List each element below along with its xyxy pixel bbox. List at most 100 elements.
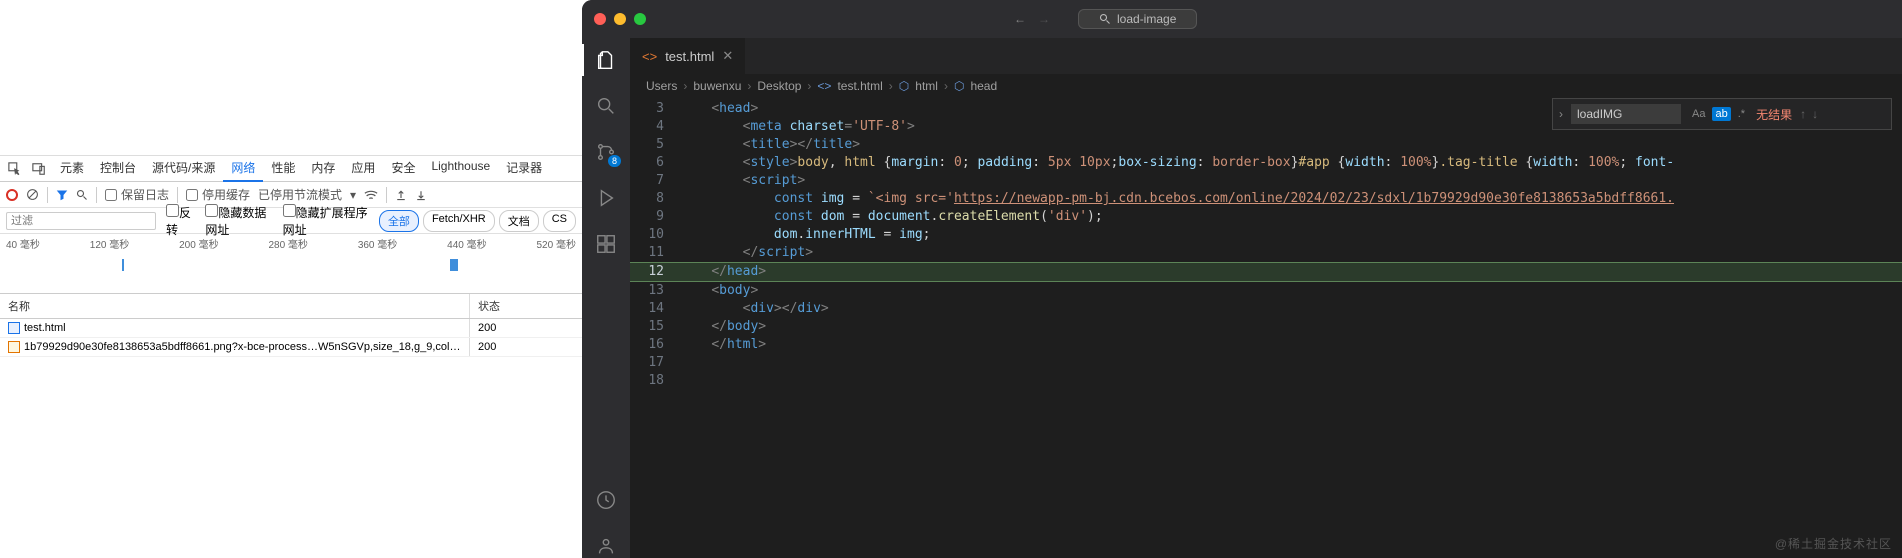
devtools-tab[interactable]: 源代码/来源 — [144, 155, 223, 182]
chevron-right-icon: › — [889, 79, 893, 93]
img-file-icon — [8, 341, 20, 353]
devtools-tab[interactable]: 应用 — [343, 155, 383, 182]
nav-back-icon[interactable]: ← — [1014, 12, 1026, 26]
code-editor[interactable]: 3 <head>4 <meta charset='UTF-8'>5 <title… — [630, 98, 1902, 390]
hide-data-urls-checkbox[interactable]: 隐藏数据网址 — [205, 204, 272, 238]
code-line[interactable]: 15 </body> — [630, 318, 1902, 336]
timeline-tick: 200 毫秒 — [179, 236, 218, 251]
chevron-right-icon: › — [944, 79, 948, 93]
breadcrumb-item[interactable]: Users — [646, 79, 677, 93]
filter-input[interactable] — [6, 212, 156, 230]
device-toggle-icon[interactable] — [28, 158, 50, 180]
preserve-log-checkbox[interactable]: 保留日志 — [105, 186, 169, 203]
devtools-tab[interactable]: 网络 — [223, 155, 263, 182]
minimize-window-icon[interactable] — [614, 13, 626, 25]
breadcrumb-item[interactable]: buwenxu — [693, 79, 741, 93]
devtools-tab[interactable]: 元素 — [52, 155, 92, 182]
regex-icon[interactable]: .* — [1735, 107, 1748, 121]
filter-pill[interactable]: Fetch/XHR — [423, 210, 495, 232]
table-row[interactable]: test.html200 — [0, 319, 582, 338]
column-name[interactable]: 名称 — [0, 294, 470, 318]
filter-icon[interactable] — [56, 189, 68, 201]
download-icon[interactable] — [415, 189, 427, 201]
chevron-right-icon: › — [747, 79, 751, 93]
html-file-icon: <> — [642, 49, 657, 64]
code-line[interactable]: 12 </head> — [630, 262, 1902, 282]
inspect-icon[interactable] — [4, 158, 26, 180]
expand-replace-icon[interactable]: › — [1559, 107, 1563, 121]
find-widget[interactable]: › Aa ab .* 无结果 ↑ ↓ — [1552, 98, 1892, 130]
nav-forward-icon[interactable]: → — [1038, 12, 1050, 26]
clear-icon[interactable] — [26, 188, 39, 201]
search-icon[interactable] — [594, 94, 618, 118]
network-timeline[interactable]: 40 毫秒120 毫秒200 毫秒280 毫秒360 毫秒440 毫秒520 毫… — [0, 234, 582, 294]
page-viewport — [0, 0, 582, 156]
explorer-icon[interactable] — [594, 48, 618, 72]
throttle-dropdown[interactable]: 已停用节流模式 — [258, 186, 342, 203]
extensions-icon[interactable] — [594, 232, 618, 256]
breadcrumb-item[interactable]: html — [915, 79, 938, 93]
code-line[interactable]: 10 dom.innerHTML = img; — [630, 226, 1902, 244]
upload-icon[interactable] — [395, 189, 407, 201]
devtools-tab[interactable]: 性能 — [263, 155, 303, 182]
window-controls — [594, 13, 646, 25]
find-input[interactable] — [1571, 104, 1681, 124]
devtools-tab[interactable]: 安全 — [383, 155, 423, 182]
code-line[interactable]: 5 <title></title> — [630, 136, 1902, 154]
wifi-icon[interactable] — [364, 189, 378, 201]
table-row[interactable]: 1b79929d90e30fe8138653a5bdff8661.png?x-b… — [0, 338, 582, 357]
filter-pill[interactable]: CS — [543, 210, 576, 232]
find-next-icon[interactable]: ↓ — [1812, 107, 1818, 121]
code-line[interactable]: 11 </script> — [630, 244, 1902, 262]
match-word-icon[interactable]: ab — [1712, 107, 1730, 121]
symbol-icon: <> — [817, 79, 831, 93]
code-line[interactable]: 13 <body> — [630, 282, 1902, 300]
tab-filename: test.html — [665, 49, 714, 64]
chevron-down-icon[interactable]: ▾ — [350, 188, 356, 202]
code-line[interactable]: 9 const dom = document.createElement('di… — [630, 208, 1902, 226]
invert-checkbox[interactable]: 反转 — [166, 204, 195, 238]
maximize-window-icon[interactable] — [634, 13, 646, 25]
breadcrumb[interactable]: Users›buwenxu›Desktop›<>test.html›⬡html›… — [630, 74, 1902, 98]
breadcrumb-item[interactable]: test.html — [837, 79, 882, 93]
breadcrumb-item[interactable]: head — [970, 79, 997, 93]
devtools-tab[interactable]: Lighthouse — [423, 155, 498, 182]
search-icon[interactable] — [76, 189, 88, 201]
record-button[interactable] — [6, 189, 18, 201]
code-line[interactable]: 14 <div></div> — [630, 300, 1902, 318]
timeline-tick: 280 毫秒 — [268, 236, 307, 251]
code-line[interactable]: 18 — [630, 372, 1902, 390]
settings-icon[interactable] — [594, 534, 618, 558]
column-status[interactable]: 状态 — [470, 294, 582, 318]
code-line[interactable]: 16 </html> — [630, 336, 1902, 354]
account-icon[interactable] — [594, 488, 618, 512]
source-control-icon[interactable]: 8 — [594, 140, 618, 164]
command-center[interactable]: load-image — [1078, 9, 1197, 29]
disable-cache-checkbox[interactable]: 停用缓存 — [186, 186, 250, 203]
code-line[interactable]: 6 <style>body, html {margin: 0; padding:… — [630, 154, 1902, 172]
network-filter-bar: 反转 隐藏数据网址 隐藏扩展程序网址 全部Fetch/XHR文档CS — [0, 208, 582, 234]
breadcrumb-item[interactable]: Desktop — [757, 79, 801, 93]
network-table: 名称 状态 test.html2001b79929d90e30fe8138653… — [0, 294, 582, 558]
title-bar[interactable]: ← → load-image — [582, 0, 1902, 38]
vscode-window: ← → load-image 8 <> test.html ✕ — [582, 0, 1902, 558]
hide-ext-urls-checkbox[interactable]: 隐藏扩展程序网址 — [283, 204, 369, 238]
activity-bar: 8 — [582, 38, 630, 558]
filter-pill[interactable]: 全部 — [379, 210, 419, 232]
code-line[interactable]: 8 const img = `<img src='https://newapp-… — [630, 190, 1902, 208]
timeline-tick: 520 毫秒 — [537, 236, 576, 251]
scm-badge: 8 — [608, 155, 621, 167]
code-line[interactable]: 17 — [630, 354, 1902, 372]
devtools-tab-strip: 元素控制台源代码/来源网络性能内存应用安全Lighthouse记录器 — [0, 156, 582, 182]
debug-icon[interactable] — [594, 186, 618, 210]
find-prev-icon[interactable]: ↑ — [1800, 107, 1806, 121]
devtools-tab[interactable]: 记录器 — [498, 155, 550, 182]
filter-pill[interactable]: 文档 — [499, 210, 539, 232]
editor-tab[interactable]: <> test.html ✕ — [630, 38, 746, 74]
match-case-icon[interactable]: Aa — [1689, 107, 1708, 121]
devtools-tab[interactable]: 内存 — [303, 155, 343, 182]
devtools-tab[interactable]: 控制台 — [92, 155, 144, 182]
code-line[interactable]: 7 <script> — [630, 172, 1902, 190]
close-window-icon[interactable] — [594, 13, 606, 25]
close-tab-icon[interactable]: ✕ — [722, 48, 733, 64]
